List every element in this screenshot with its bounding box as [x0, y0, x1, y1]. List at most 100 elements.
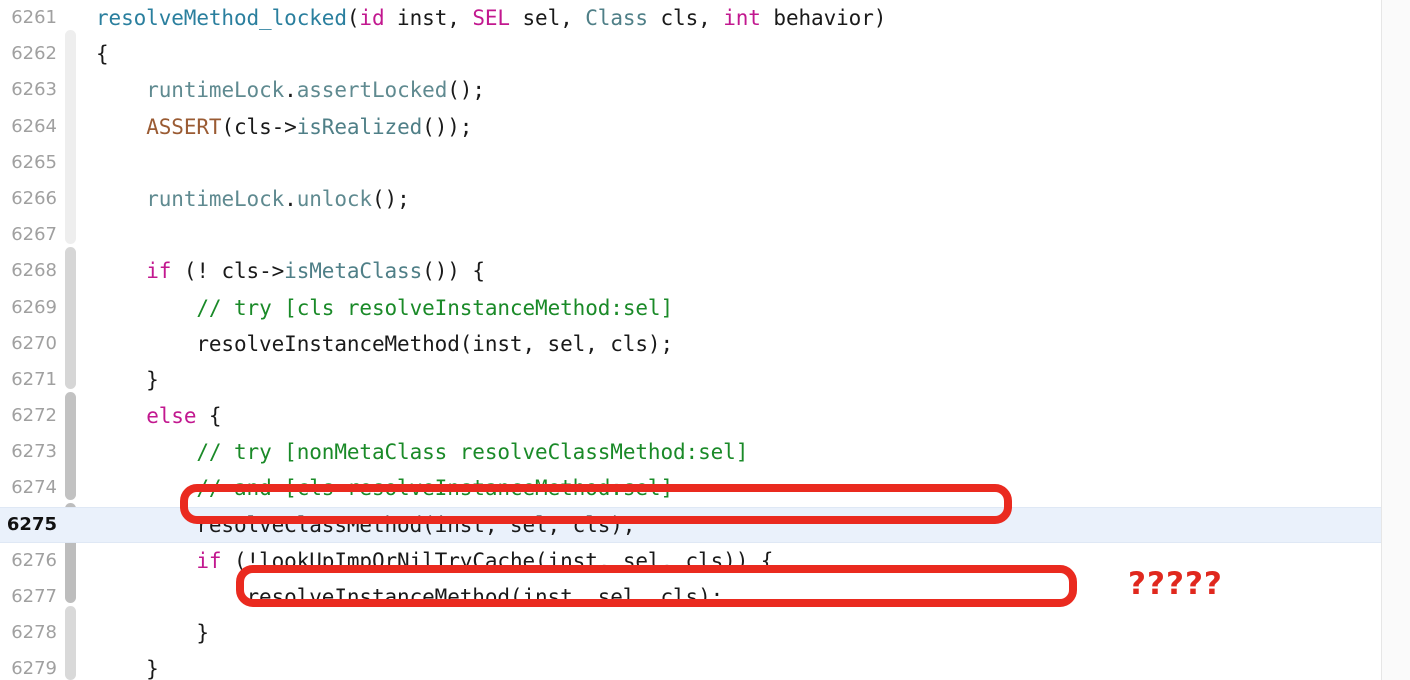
code-text[interactable]: if (!lookUpImpOrNilTryCache(inst, sel, c… [96, 543, 773, 579]
code-token: } [96, 367, 159, 392]
code-text[interactable]: else { [96, 398, 221, 434]
code-line[interactable]: 6263 runtimeLock.assertLocked(); [0, 72, 1410, 108]
vertical-scrollbar-track[interactable] [1381, 0, 1410, 680]
code-token: runtimeLock [146, 186, 285, 211]
code-text[interactable]: { [96, 36, 109, 72]
code-token: ASSERT [146, 114, 222, 139]
code-token: inst, [384, 6, 473, 30]
code-token: { [196, 404, 222, 429]
code-token: if [196, 548, 222, 573]
code-line[interactable]: 6272 else { [0, 398, 1410, 434]
code-token: if [146, 259, 172, 284]
code-text[interactable]: } [96, 651, 159, 680]
code-line[interactable]: 6273 // try [nonMetaClass resolveClassMe… [0, 434, 1410, 470]
code-text[interactable]: runtimeLock.unlock(); [96, 181, 410, 217]
line-number: 6269 [11, 296, 57, 318]
line-number: 6272 [11, 405, 57, 427]
code-text[interactable]: } [96, 615, 209, 651]
code-token: assertLocked [296, 78, 448, 103]
code-line[interactable]: 6267 [0, 217, 1410, 253]
code-text[interactable]: resolveInstanceMethod(inst, sel, cls); [96, 326, 673, 362]
code-token: . [284, 78, 297, 103]
line-number: 6268 [11, 260, 57, 282]
code-token: (); [371, 186, 410, 211]
code-line[interactable]: 6278 } [0, 615, 1410, 651]
line-number: 6270 [11, 332, 57, 354]
code-text[interactable]: resolveMethod_locked(id inst, SEL sel, C… [96, 0, 886, 36]
code-text[interactable]: // and [cls resolveInstanceMethod:sel] [96, 470, 673, 506]
code-token: (); [447, 78, 485, 103]
line-number: 6262 [11, 43, 57, 65]
code-text[interactable]: // try [nonMetaClass resolveClassMethod:… [96, 434, 748, 470]
code-token: behavior) [760, 6, 887, 30]
code-text[interactable]: if (! cls->isMetaClass()) { [96, 253, 485, 289]
code-line[interactable]: 6261 resolveMethod_locked(id inst, SEL se… [0, 0, 1410, 36]
code-token: Class [585, 6, 648, 30]
code-token: resolveClassMethod(inst, sel, cls); [96, 512, 636, 537]
code-line[interactable]: 6271 } [0, 362, 1410, 398]
code-token: // and [cls resolveInstanceMethod:sel] [196, 476, 673, 501]
code-token: id [359, 6, 385, 30]
code-token: cls, [647, 6, 724, 30]
code-token: ()); [422, 114, 473, 139]
line-number: 6265 [11, 151, 57, 173]
code-text[interactable]: ASSERT(cls->isRealized()); [96, 109, 472, 145]
code-token: else [146, 404, 197, 429]
code-token: (!lookUpImpOrNilTryCache(inst, sel, cls)… [221, 548, 774, 573]
code-line[interactable]: 6269 // try [cls resolveInstanceMethod:s… [0, 290, 1410, 326]
code-token: ()) { [422, 259, 485, 284]
code-line[interactable]: 6279 } [0, 651, 1410, 680]
code-text[interactable]: runtimeLock.assertLocked(); [96, 72, 485, 108]
code-line[interactable]: 6262 { [0, 36, 1410, 72]
code-line[interactable]: 6264 ASSERT(cls->isRealized()); [0, 109, 1410, 145]
line-number: 6279 [11, 658, 57, 680]
code-token: (! cls-> [171, 259, 285, 284]
code-token: isMetaClass [284, 259, 423, 284]
code-token: sel, [509, 6, 586, 30]
code-token: } [96, 621, 209, 646]
line-number: 6261 [11, 7, 57, 28]
code-token: // try [cls resolveInstanceMethod:sel] [196, 295, 673, 320]
line-number: 6271 [11, 368, 57, 390]
code-token: . [284, 186, 297, 211]
code-line[interactable]: 6265 [0, 145, 1410, 181]
line-number: 6274 [11, 477, 57, 499]
code-token: runtimeLock [146, 78, 285, 103]
code-token: SEL [472, 6, 510, 30]
annotation-question-marks: ????? [1128, 566, 1223, 602]
line-number: 6263 [11, 79, 57, 101]
line-number: 6275 [6, 513, 57, 535]
line-number: 6278 [11, 622, 57, 644]
code-token: resolveMethod_locked [96, 6, 347, 30]
code-token: resolveInstanceMethod(inst, sel, cls); [96, 585, 724, 609]
code-token: (cls-> [221, 114, 297, 139]
code-line[interactable]: 6266 runtimeLock.unlock(); [0, 181, 1410, 217]
code-token: resolveInstanceMethod(inst, sel, cls); [96, 331, 673, 356]
code-text[interactable]: resolveInstanceMethod(inst, sel, cls); [96, 579, 724, 615]
code-line[interactable]: 6274 // and [cls resolveInstanceMethod:s… [0, 470, 1410, 506]
code-line-active[interactable]: 6275 resolveClassMethod(inst, sel, cls); [0, 506, 1410, 543]
code-token: } [96, 657, 159, 680]
line-number: 6273 [11, 441, 57, 463]
code-line[interactable]: 6270 resolveInstanceMethod(inst, sel, cl… [0, 326, 1410, 362]
line-number: 6266 [11, 187, 57, 209]
code-token: // try [nonMetaClass resolveClassMethod:… [196, 440, 749, 465]
code-text[interactable]: resolveClassMethod(inst, sel, cls); [96, 507, 635, 543]
code-editor-view[interactable]: 6261 resolveMethod_locked(id inst, SEL se… [0, 0, 1410, 680]
code-token: int [723, 6, 761, 30]
line-number: 6276 [11, 549, 57, 571]
code-text[interactable]: } [96, 362, 159, 398]
code-line[interactable]: 6268 if (! cls->isMetaClass()) { [0, 253, 1410, 289]
line-number: 6277 [11, 586, 57, 607]
code-token: ( [346, 6, 360, 30]
code-text[interactable]: // try [cls resolveInstanceMethod:sel] [96, 290, 673, 326]
